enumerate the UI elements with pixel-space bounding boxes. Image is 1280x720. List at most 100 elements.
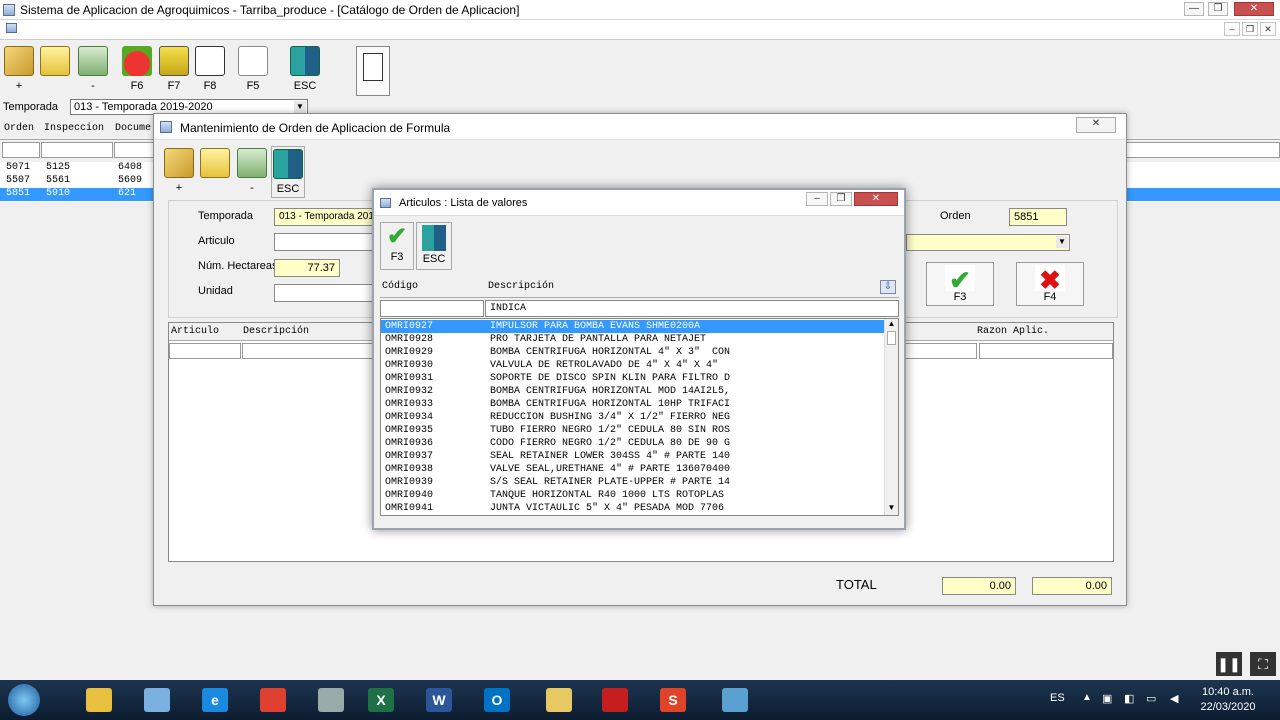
- scroll-up-icon[interactable]: ▲: [885, 319, 898, 331]
- detail-filter-extra[interactable]: [905, 343, 977, 359]
- new-button[interactable]: +: [2, 44, 36, 96]
- list-item[interactable]: OMRI0928 PRO TARJETA DE PANTALLA PARA NET…: [381, 333, 884, 346]
- col-articulo[interactable]: Articulo: [171, 326, 219, 337]
- mant-open-button[interactable]: [198, 146, 232, 198]
- list-item[interactable]: OMRI0938 VALVE SEAL,URETHANE 4" # PARTE 1…: [381, 463, 884, 476]
- taskbar-app-chrome[interactable]: [244, 683, 302, 717]
- chrome-icon: [260, 688, 286, 712]
- codigo-filter-input[interactable]: [380, 300, 484, 317]
- unidad-field[interactable]: [274, 284, 374, 302]
- list-item[interactable]: OMRI0941 JUNTA VICTAULIC 5" X 4" PESADA M…: [381, 502, 884, 515]
- pause-icon[interactable]: ❚❚: [1216, 652, 1242, 676]
- taskbar-app-outlook[interactable]: O: [468, 683, 526, 717]
- accept-button[interactable]: ✔ F3: [926, 262, 994, 306]
- col-documento[interactable]: Docume: [115, 123, 151, 134]
- detail-filter-descripcion[interactable]: [242, 343, 382, 359]
- item-descripcion: VALVE SEAL,URETHANE 4" # PARTE 136070400: [490, 464, 731, 475]
- col-descripcion[interactable]: Descripción: [488, 281, 554, 292]
- taskbar-app-explorer[interactable]: [70, 683, 128, 717]
- list-item[interactable]: OMRI0939 S/S SEAL RETAINER PLATE-UPPER # …: [381, 476, 884, 489]
- taskbar-app-app[interactable]: S: [644, 683, 702, 717]
- taskbar-app-acrobat[interactable]: [586, 683, 644, 717]
- art-minimize-button[interactable]: –: [806, 192, 828, 206]
- f8-button[interactable]: F8: [193, 44, 227, 96]
- list-item[interactable]: OMRI0930 VALVULA DE RETROLAVADO DE 4" X 4…: [381, 359, 884, 372]
- mantenimiento-close-button[interactable]: ✕: [1076, 117, 1116, 133]
- descripcion-filter-input[interactable]: INDICA: [485, 300, 899, 317]
- list-item[interactable]: OMRI0933 BOMBA CENTRIFUGA HORIZONTAL 10HP…: [381, 398, 884, 411]
- taskbar-app-network[interactable]: [706, 683, 764, 717]
- taskbar-app-remote[interactable]: [128, 683, 186, 717]
- mdi-restore-button[interactable]: ❐: [1242, 22, 1258, 36]
- col-orden[interactable]: Orden: [4, 123, 34, 134]
- list-scrollbar[interactable]: ▲ ▼: [884, 319, 898, 515]
- item-descripcion: BOMBA CENTRIFUGA HORIZONTAL 4" X 3" CON: [490, 347, 731, 358]
- start-button[interactable]: [8, 684, 40, 716]
- folder-icon: [546, 688, 572, 712]
- f6-button[interactable]: F6: [120, 44, 154, 96]
- col-codigo[interactable]: Código: [382, 281, 418, 292]
- list-item[interactable]: OMRI0936 CODO FIERRO NEGRO 1/2" CEDULA 80…: [381, 437, 884, 450]
- close-button[interactable]: ✕: [1234, 2, 1274, 16]
- cancel-button[interactable]: ✖ F4: [1016, 262, 1084, 306]
- articulo-field[interactable]: [274, 233, 374, 251]
- network-icon[interactable]: ▣: [1102, 692, 1112, 705]
- volume-icon[interactable]: ◀: [1170, 692, 1178, 705]
- art-accept-button[interactable]: ✔ F3: [380, 222, 414, 270]
- tray-chevron-icon[interactable]: ▲: [1082, 692, 1092, 703]
- security-icon[interactable]: ◧: [1124, 692, 1134, 705]
- item-codigo: OMRI0934: [385, 412, 434, 423]
- col-razon-aplic[interactable]: Razon Aplic.: [977, 326, 1049, 337]
- sort-down-icon[interactable]: ⇩: [880, 280, 896, 294]
- delete-button[interactable]: -: [76, 44, 110, 96]
- report-button[interactable]: [356, 46, 390, 96]
- f5-button[interactable]: F5: [236, 44, 270, 96]
- hectareas-field[interactable]: 77.37: [274, 259, 340, 277]
- taskbar-app-word[interactable]: W: [410, 683, 468, 717]
- detail-filter-razon[interactable]: [979, 343, 1113, 359]
- taskbar-app-excel[interactable]: X: [352, 683, 410, 717]
- detail-filter-articulo[interactable]: [169, 343, 241, 359]
- list-item[interactable]: OMRI0935 TUBO FIERRO NEGRO 1/2" CEDULA 80…: [381, 424, 884, 437]
- taskbar-app-folder[interactable]: [530, 683, 588, 717]
- monitor-icon[interactable]: ▭: [1146, 692, 1156, 705]
- clock-date[interactable]: 22/03/2020: [1198, 701, 1258, 713]
- language-indicator[interactable]: ES: [1050, 692, 1065, 704]
- minimize-button[interactable]: —: [1184, 2, 1204, 16]
- scroll-thumb[interactable]: [887, 331, 896, 345]
- list-item[interactable]: OMRI0934 REDUCCION BUSHING 3/4" X 1/2" FI…: [381, 411, 884, 424]
- orden-field[interactable]: 5851: [1009, 208, 1067, 226]
- col-descripcion[interactable]: Descripción: [243, 326, 309, 337]
- mant-delete-button[interactable]: -: [235, 146, 269, 198]
- list-item[interactable]: OMRI0932 BOMBA CENTRIFUGA HORIZONTAL MOD …: [381, 385, 884, 398]
- mdi-child-icon[interactable]: [6, 23, 17, 33]
- art-maximize-button[interactable]: ❐: [830, 192, 852, 206]
- mant-new-button[interactable]: +: [162, 146, 196, 198]
- filter-extra[interactable]: [1126, 142, 1280, 158]
- item-descripcion: S/S SEAL RETAINER PLATE-UPPER # PARTE 14: [490, 477, 731, 488]
- mant-esc-button[interactable]: ESC: [271, 146, 305, 198]
- temporada-field[interactable]: 013 - Temporada 201: [274, 208, 374, 226]
- art-close-button[interactable]: ✕: [854, 192, 898, 206]
- list-item[interactable]: OMRI0937 SEAL RETAINER LOWER 304SS 4" # P…: [381, 450, 884, 463]
- list-item[interactable]: OMRI0929 BOMBA CENTRIFUGA HORIZONTAL 4" X…: [381, 346, 884, 359]
- fullscreen-icon[interactable]: ⛶: [1250, 652, 1276, 676]
- art-esc-button[interactable]: ESC: [416, 222, 452, 270]
- mdi-minimize-button[interactable]: –: [1224, 22, 1240, 36]
- scroll-down-icon[interactable]: ▼: [885, 503, 898, 515]
- list-item[interactable]: OMRI0940 TANQUE HORIZONTAL R40 1000 LTS R…: [381, 489, 884, 502]
- esc-button[interactable]: ESC: [288, 44, 322, 96]
- clock-time[interactable]: 10:40 a.m.: [1198, 686, 1258, 698]
- list-item[interactable]: OMRI0931 SOPORTE DE DISCO SPIN KLIN PARA …: [381, 372, 884, 385]
- key-icon: [4, 46, 34, 76]
- list-item[interactable]: OMRI0927 IMPULSOR PARA BOMBA EVANS SHME02…: [381, 320, 884, 333]
- mdi-close-button[interactable]: ✕: [1260, 22, 1276, 36]
- col-inspeccion[interactable]: Inspeccion: [44, 123, 104, 134]
- orden-extra-select[interactable]: ▼: [906, 234, 1070, 251]
- cell-inspeccion: 5125: [46, 162, 71, 173]
- f7-button[interactable]: F7: [157, 44, 191, 96]
- f5-label: F5: [246, 80, 260, 92]
- maximize-button[interactable]: ❐: [1208, 2, 1228, 16]
- taskbar-app-ie[interactable]: e: [186, 683, 244, 717]
- open-button[interactable]: [38, 44, 72, 96]
